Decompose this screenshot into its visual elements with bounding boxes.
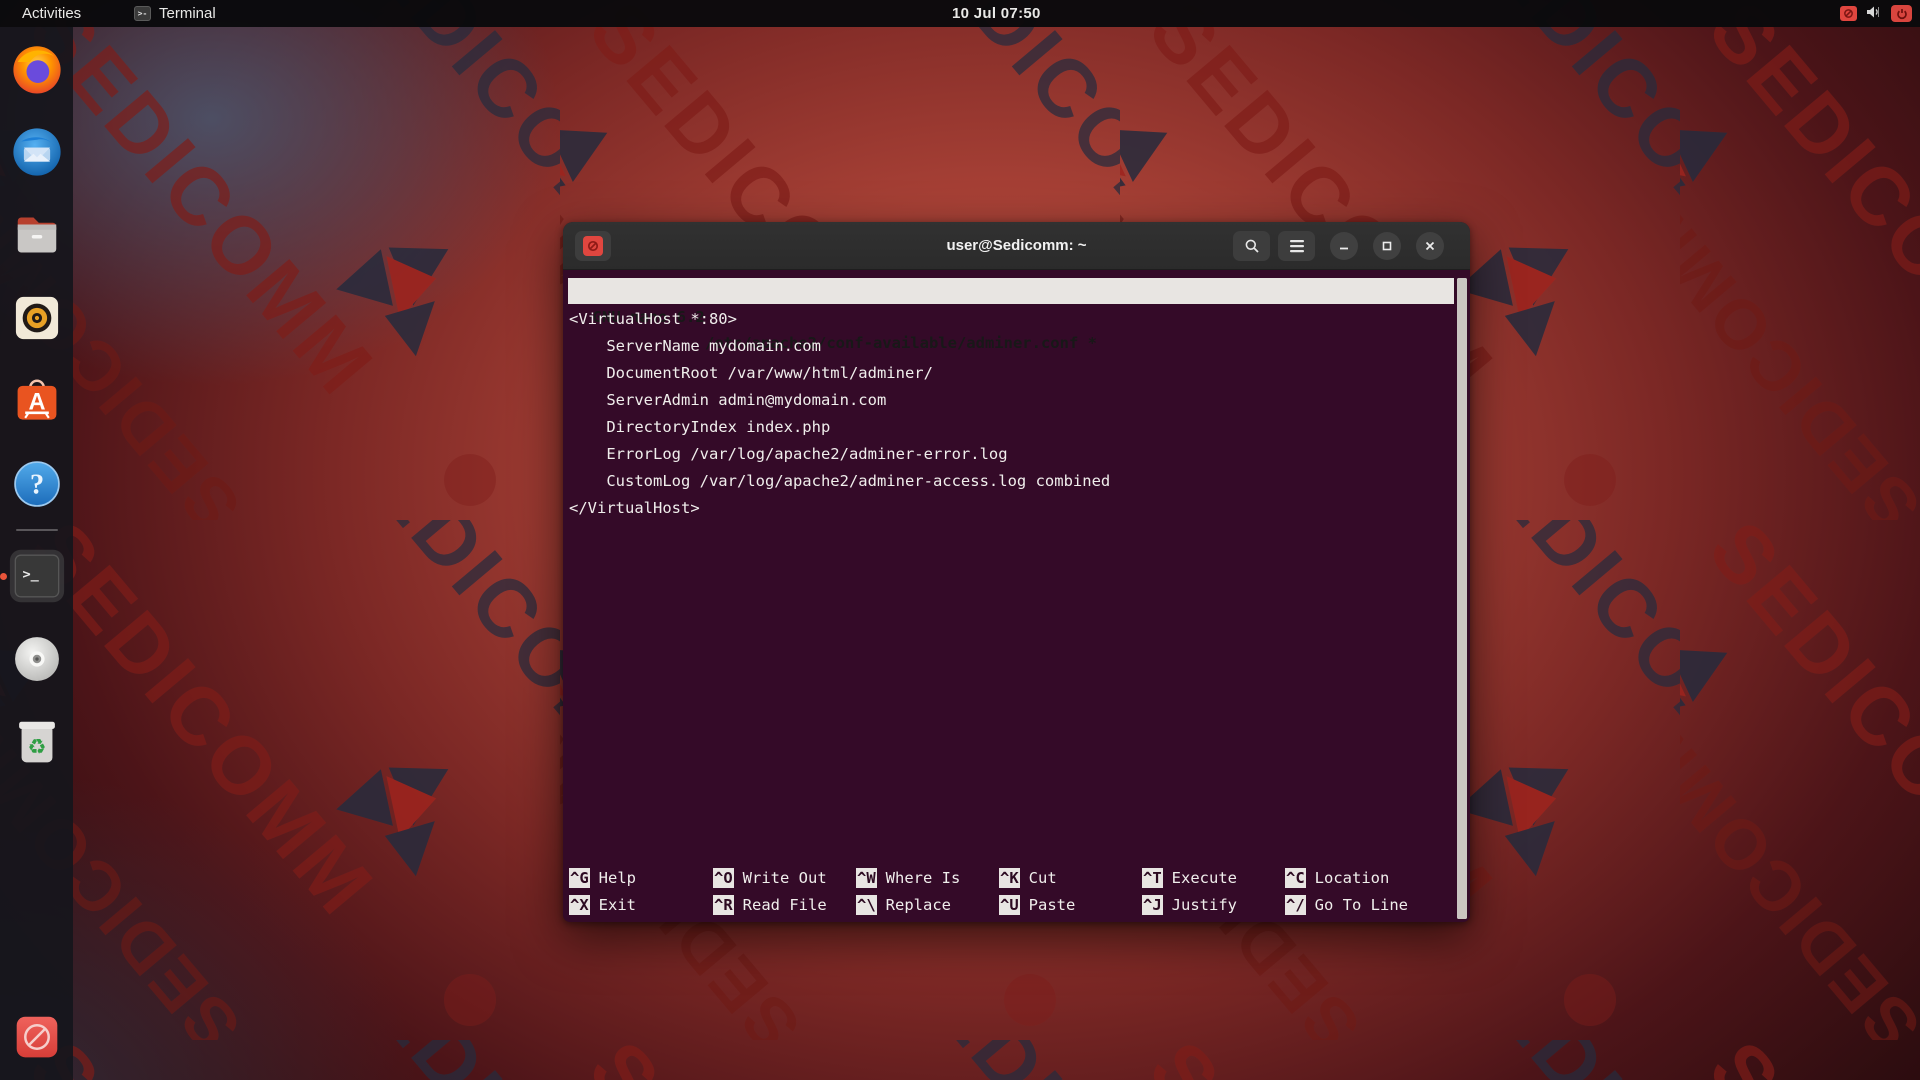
shortcut-read-file: ^RRead File [713,891,856,918]
shortcut-exit: ^XExit [569,891,713,918]
dock-item-help[interactable]: ? [8,455,66,513]
activities-button[interactable]: Activities [14,0,89,27]
dock-item-files[interactable] [8,206,66,264]
svg-text:?: ? [29,468,43,500]
help-icon: ? [10,457,64,511]
dock-separator [16,529,58,531]
dock-item-disc[interactable] [8,630,66,688]
dock-item-rhythmbox[interactable] [8,289,66,347]
power-icon[interactable] [1891,5,1912,22]
code-line: DirectoryIndex index.php [569,414,1450,441]
search-icon [1244,238,1260,254]
firefox-icon [9,41,65,97]
shortcut-where-is: ^WWhere Is [856,864,999,891]
files-icon [9,207,65,263]
shortcut-paste: ^UPaste [999,891,1142,918]
app-menu-terminal[interactable]: >- Terminal [128,0,222,27]
maximize-icon [1381,240,1393,252]
code-line: ServerAdmin admin@mydomain.com [569,387,1450,414]
terminal-app-icon: >- [134,6,151,21]
hamburger-icon [1289,239,1305,253]
dock-item-terminal[interactable]: >_ [8,547,66,605]
svg-text:>_: >_ [22,567,39,583]
ubuntu-software-icon: A [10,374,64,428]
code-line: <VirtualHost *:80> [569,306,1450,333]
system-status-area[interactable] [1840,0,1912,27]
shortcut-replace: ^\Replace [856,891,999,918]
svg-text:♻: ♻ [27,734,46,759]
shortcut-justify: ^JJustify [1142,891,1285,918]
search-button[interactable] [1233,231,1270,261]
shortcut-location: ^CLocation [1285,864,1450,891]
shortcut-help: ^GHelp [569,864,713,891]
dock-item-ubuntu-software[interactable]: A [8,372,66,430]
screen-record-indicator-icon[interactable] [1840,6,1857,21]
minimize-icon [1338,240,1350,252]
shortcut-cut: ^KCut [999,864,1142,891]
dock: A ? >_ [0,27,73,1080]
svg-text:A: A [28,389,45,415]
thunderbird-icon [9,124,65,180]
terminal-content[interactable]: GNU nano 6.2 /etc/apache2/conf-available… [563,270,1470,922]
shortcut-execute: ^TExecute [1142,864,1285,891]
terminal-icon: >_ [8,548,66,604]
terminal-window: user@Sedicomm: ~ GNU nano 6.2 /etc/apach… [563,222,1470,922]
menu-button[interactable] [1278,231,1315,261]
code-line: CustomLog /var/log/apache2/adminer-acces… [569,468,1450,495]
dock-item-trash[interactable]: ♻ [8,713,66,771]
disc-icon [10,632,64,686]
code-line: ErrorLog /var/log/apache2/adminer-error.… [569,441,1450,468]
minimize-button[interactable] [1330,232,1358,260]
blocked-icon [12,1012,62,1062]
app-menu-label: Terminal [159,5,216,22]
close-icon [1424,240,1436,252]
top-bar: Activities >- Terminal 10 Jul 07:50 [0,0,1920,27]
code-line: </VirtualHost> [569,495,1450,522]
code-line: ServerName mydomain.com [569,333,1450,360]
nano-buffer[interactable]: <VirtualHost *:80> ServerName mydomain.c… [569,306,1450,522]
dock-item-blocked[interactable] [8,1008,66,1066]
volume-icon[interactable] [1866,5,1882,23]
scrollbar[interactable] [1457,278,1467,919]
running-indicator [0,573,7,580]
nano-shortcut-bar: ^GHelp ^OWrite Out ^WWhere Is ^KCut ^TEx… [569,864,1450,918]
trash-icon: ♻ [11,715,63,769]
clock[interactable]: 10 Jul 07:50 [952,0,1041,27]
desktop: SEDICOMM SEDICOMM SEDICOMM [0,0,1920,1080]
scrollbar-thumb[interactable] [1457,278,1467,919]
shortcut-go-to-line: ^/Go To Line [1285,891,1450,918]
shortcut-write-out: ^OWrite Out [713,864,856,891]
code-line: DocumentRoot /var/www/html/adminer/ [569,360,1450,387]
close-button[interactable] [1416,232,1444,260]
dock-item-thunderbird[interactable] [8,123,66,181]
dock-item-firefox[interactable] [8,40,66,98]
nano-titlebar: GNU nano 6.2 /etc/apache2/conf-available… [568,278,1454,304]
maximize-button[interactable] [1373,232,1401,260]
titlebar[interactable]: user@Sedicomm: ~ [563,222,1470,270]
rhythmbox-icon [10,291,64,345]
